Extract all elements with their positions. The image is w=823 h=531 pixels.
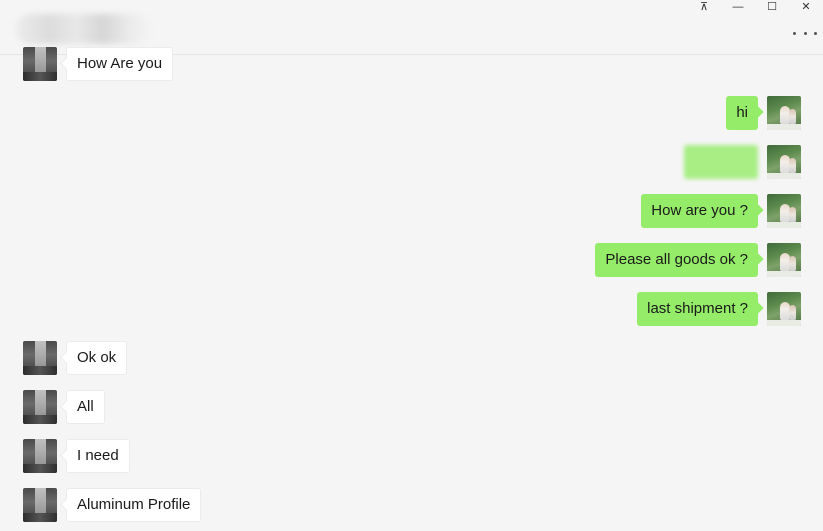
message-bubble[interactable]: Ok ok xyxy=(66,341,128,375)
message-incoming: Aluminum Profile xyxy=(23,488,243,522)
minimize-icon[interactable]: — xyxy=(721,0,755,14)
message-bubble[interactable]: hi xyxy=(726,96,758,130)
contact-avatar[interactable] xyxy=(23,488,57,522)
message-outgoing xyxy=(661,145,801,179)
message-incoming: All xyxy=(23,390,183,424)
message-bubble[interactable]: Aluminum Profile xyxy=(66,488,202,522)
my-avatar[interactable] xyxy=(767,194,801,228)
message-bubble[interactable]: How are you ? xyxy=(641,194,758,228)
message-outgoing: How are you ? xyxy=(601,194,801,228)
contact-avatar[interactable] xyxy=(23,390,57,424)
message-outgoing: last shipment ? xyxy=(601,292,801,326)
close-icon[interactable]: ✕ xyxy=(789,0,823,14)
contact-avatar[interactable] xyxy=(23,439,57,473)
pin-icon[interactable]: ⊼ xyxy=(687,0,721,14)
my-avatar[interactable] xyxy=(767,292,801,326)
message-outgoing: Please all goods ok ? xyxy=(571,243,801,277)
message-bubble[interactable]: How Are you xyxy=(66,47,174,81)
message-incoming: I need xyxy=(23,439,183,473)
message-bubble[interactable]: I need xyxy=(66,439,130,473)
maximize-icon[interactable]: ☐ xyxy=(755,0,789,14)
window-controls: ⊼ — ☐ ✕ xyxy=(687,0,823,14)
more-options-icon[interactable] xyxy=(793,24,817,42)
contact-avatar[interactable] xyxy=(23,47,57,81)
my-avatar[interactable] xyxy=(767,243,801,277)
chat-window: ⊼ — ☐ ✕ How Are you hi How are you ? Ple… xyxy=(0,0,823,531)
message-incoming: Ok ok xyxy=(23,341,183,375)
message-incoming: How Are you xyxy=(23,47,183,81)
contact-avatar[interactable] xyxy=(23,341,57,375)
message-bubble[interactable] xyxy=(684,145,758,179)
message-bubble[interactable]: Please all goods ok ? xyxy=(595,243,758,277)
chat-title xyxy=(16,14,150,44)
message-outgoing: hi xyxy=(681,96,801,130)
my-avatar[interactable] xyxy=(767,145,801,179)
message-bubble[interactable]: All xyxy=(66,390,105,424)
my-avatar[interactable] xyxy=(767,96,801,130)
message-bubble[interactable]: last shipment ? xyxy=(637,292,758,326)
